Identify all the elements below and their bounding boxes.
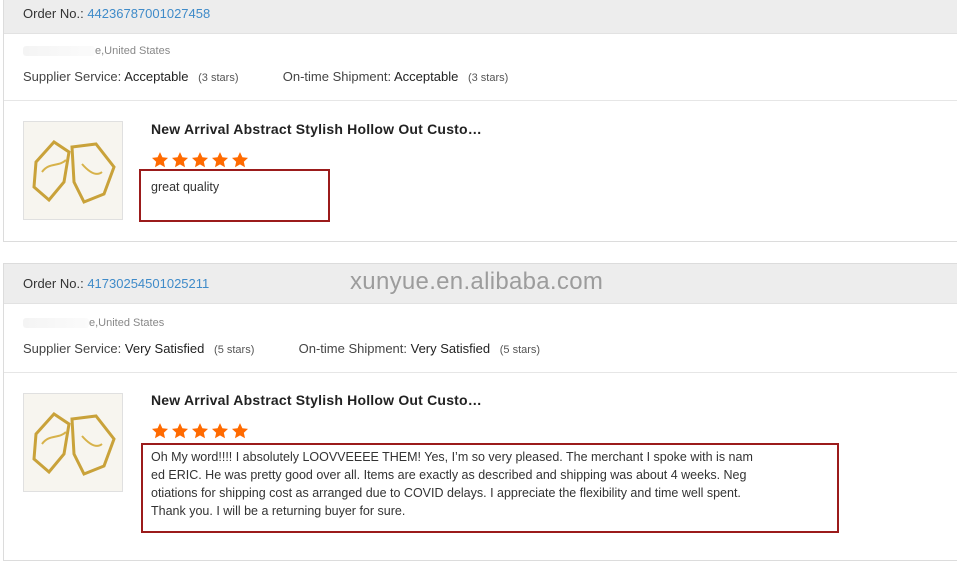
shipment-stars: (5 stars)	[499, 344, 541, 356]
shipment-stars: (3 stars)	[467, 72, 509, 84]
order-number-link[interactable]: 44236787001027458	[87, 6, 210, 21]
star-icon	[191, 152, 209, 168]
buyer-location: e,United States	[23, 317, 164, 329]
order-number-label: Order No.:	[23, 6, 84, 21]
order-number-label: Order No.:	[23, 276, 84, 291]
product-thumbnail[interactable]	[23, 121, 123, 220]
service-ratings: Supplier Service: Acceptable (3 stars) O…	[23, 69, 508, 84]
product-title[interactable]: New Arrival Abstract Stylish Hollow Out …	[151, 392, 482, 408]
service-ratings: Supplier Service: Very Satisfied (5 star…	[23, 341, 540, 356]
earring-image-icon	[24, 394, 122, 491]
star-icon	[151, 152, 169, 168]
order-header: Order No.: 44236787001027458	[4, 0, 957, 34]
star-icon	[231, 152, 249, 168]
star-icon	[211, 152, 229, 168]
supplier-service-label: Supplier Service:	[23, 69, 122, 84]
order-number-link[interactable]: 41730254501025211	[87, 276, 209, 291]
review-highlight-box	[139, 169, 330, 222]
supplier-service-value: Very Satisfied	[124, 341, 205, 356]
star-rating	[151, 151, 249, 169]
product-title[interactable]: New Arrival Abstract Stylish Hollow Out …	[151, 121, 482, 137]
buyer-location: e,United States	[23, 45, 170, 57]
shipment-value: Acceptable	[394, 69, 459, 84]
star-icon	[171, 152, 189, 168]
order-card-1: Order No.: 44236787001027458 e,United St…	[3, 0, 957, 242]
review-highlight-box	[141, 443, 839, 533]
redacted-name	[23, 46, 95, 57]
star-icon	[151, 423, 169, 439]
shipment-label: On-time Shipment:	[298, 341, 407, 356]
earring-image-icon	[24, 122, 122, 219]
shipment-value: Very Satisfied	[410, 341, 491, 356]
divider	[4, 372, 957, 373]
order-number-row: Order No.: 44236787001027458	[23, 6, 210, 21]
shipment-label: On-time Shipment:	[282, 69, 392, 84]
order-card-2: Order No.: 41730254501025211 e,United St…	[3, 263, 957, 561]
supplier-service-stars: (3 stars)	[198, 72, 239, 84]
supplier-service-value: Acceptable	[124, 69, 189, 84]
divider	[4, 100, 957, 101]
star-icon	[211, 423, 229, 439]
supplier-service-stars: (5 stars)	[214, 344, 255, 356]
star-icon	[231, 423, 249, 439]
star-icon	[191, 423, 209, 439]
watermark: xunyue.en.alibaba.com	[350, 268, 604, 295]
supplier-service-label: Supplier Service:	[23, 341, 122, 356]
star-rating	[151, 422, 249, 440]
redacted-name	[23, 318, 89, 329]
product-thumbnail[interactable]	[23, 393, 123, 492]
star-icon	[171, 423, 189, 439]
order-number-row: Order No.: 41730254501025211	[23, 276, 209, 291]
